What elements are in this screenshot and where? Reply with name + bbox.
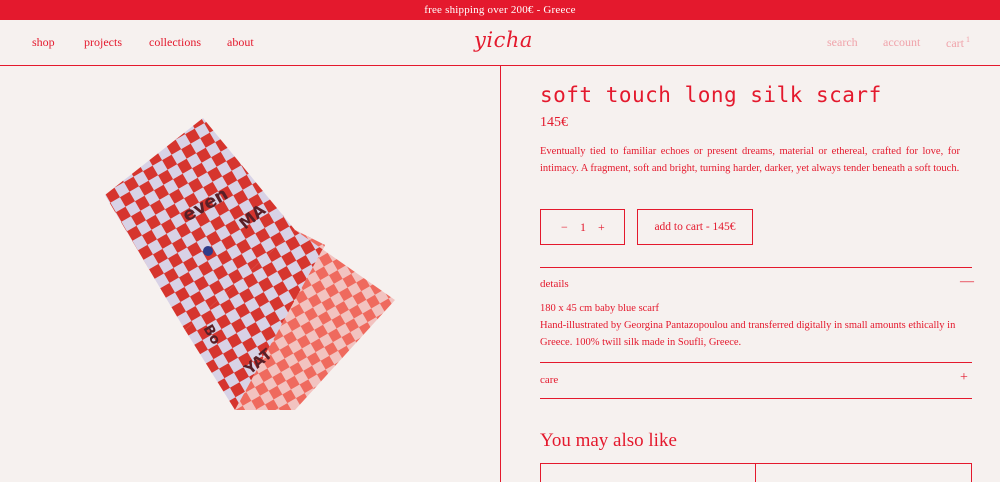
cart-label: cart	[946, 36, 964, 50]
product-description: Eventually tied to familiar echoes or pr…	[540, 146, 960, 174]
details-size: 180 x 45 cm baby blue scarf	[540, 303, 659, 314]
nav-account[interactable]: account	[883, 35, 920, 50]
site-logo[interactable]: yicha	[474, 28, 533, 52]
quantity-increase-button[interactable]: +	[598, 220, 605, 235]
nav-collections[interactable]: collections	[149, 35, 201, 50]
details-origin: Hand-illustrated by Georgina Pantazopoul…	[540, 320, 956, 348]
quantity-decrease-button[interactable]: −	[561, 220, 568, 235]
cart-count-badge: 1	[965, 35, 970, 44]
nav-cart[interactable]: cart 1	[946, 35, 970, 51]
related-product-card[interactable]	[540, 463, 756, 482]
related-product-card[interactable]	[755, 463, 972, 482]
announcement-bar: free shipping over 200€ - Greece	[0, 0, 1000, 20]
plus-icon[interactable]: +	[960, 370, 968, 386]
nav-shop[interactable]: shop	[32, 35, 55, 50]
accordion-care-toggle[interactable]: care	[540, 374, 558, 386]
product-title: soft touch long silk scarf	[540, 83, 882, 107]
add-to-cart-button[interactable]: add to cart - 145€	[637, 209, 753, 245]
details-content: 180 x 45 cm baby blue scarf Hand-illustr…	[540, 300, 965, 351]
nav-about[interactable]: about	[227, 35, 254, 50]
related-heading: You may also like	[540, 430, 677, 451]
nav-search[interactable]: search	[827, 35, 858, 50]
column-divider	[500, 66, 501, 482]
accordion-details-toggle[interactable]: details	[540, 278, 569, 290]
divider	[540, 362, 972, 363]
quantity-stepper[interactable]: − 1 +	[540, 209, 625, 245]
product-price: 145€	[540, 115, 568, 130]
site-header: shop projects collections about yicha se…	[0, 20, 1000, 66]
quantity-value: 1	[580, 220, 586, 234]
divider	[540, 267, 972, 268]
divider	[540, 398, 972, 399]
nav-projects[interactable]: projects	[84, 35, 122, 50]
product-image-scarf[interactable]: even MA YAT Bo	[95, 110, 415, 420]
minus-icon[interactable]: —	[960, 274, 974, 290]
